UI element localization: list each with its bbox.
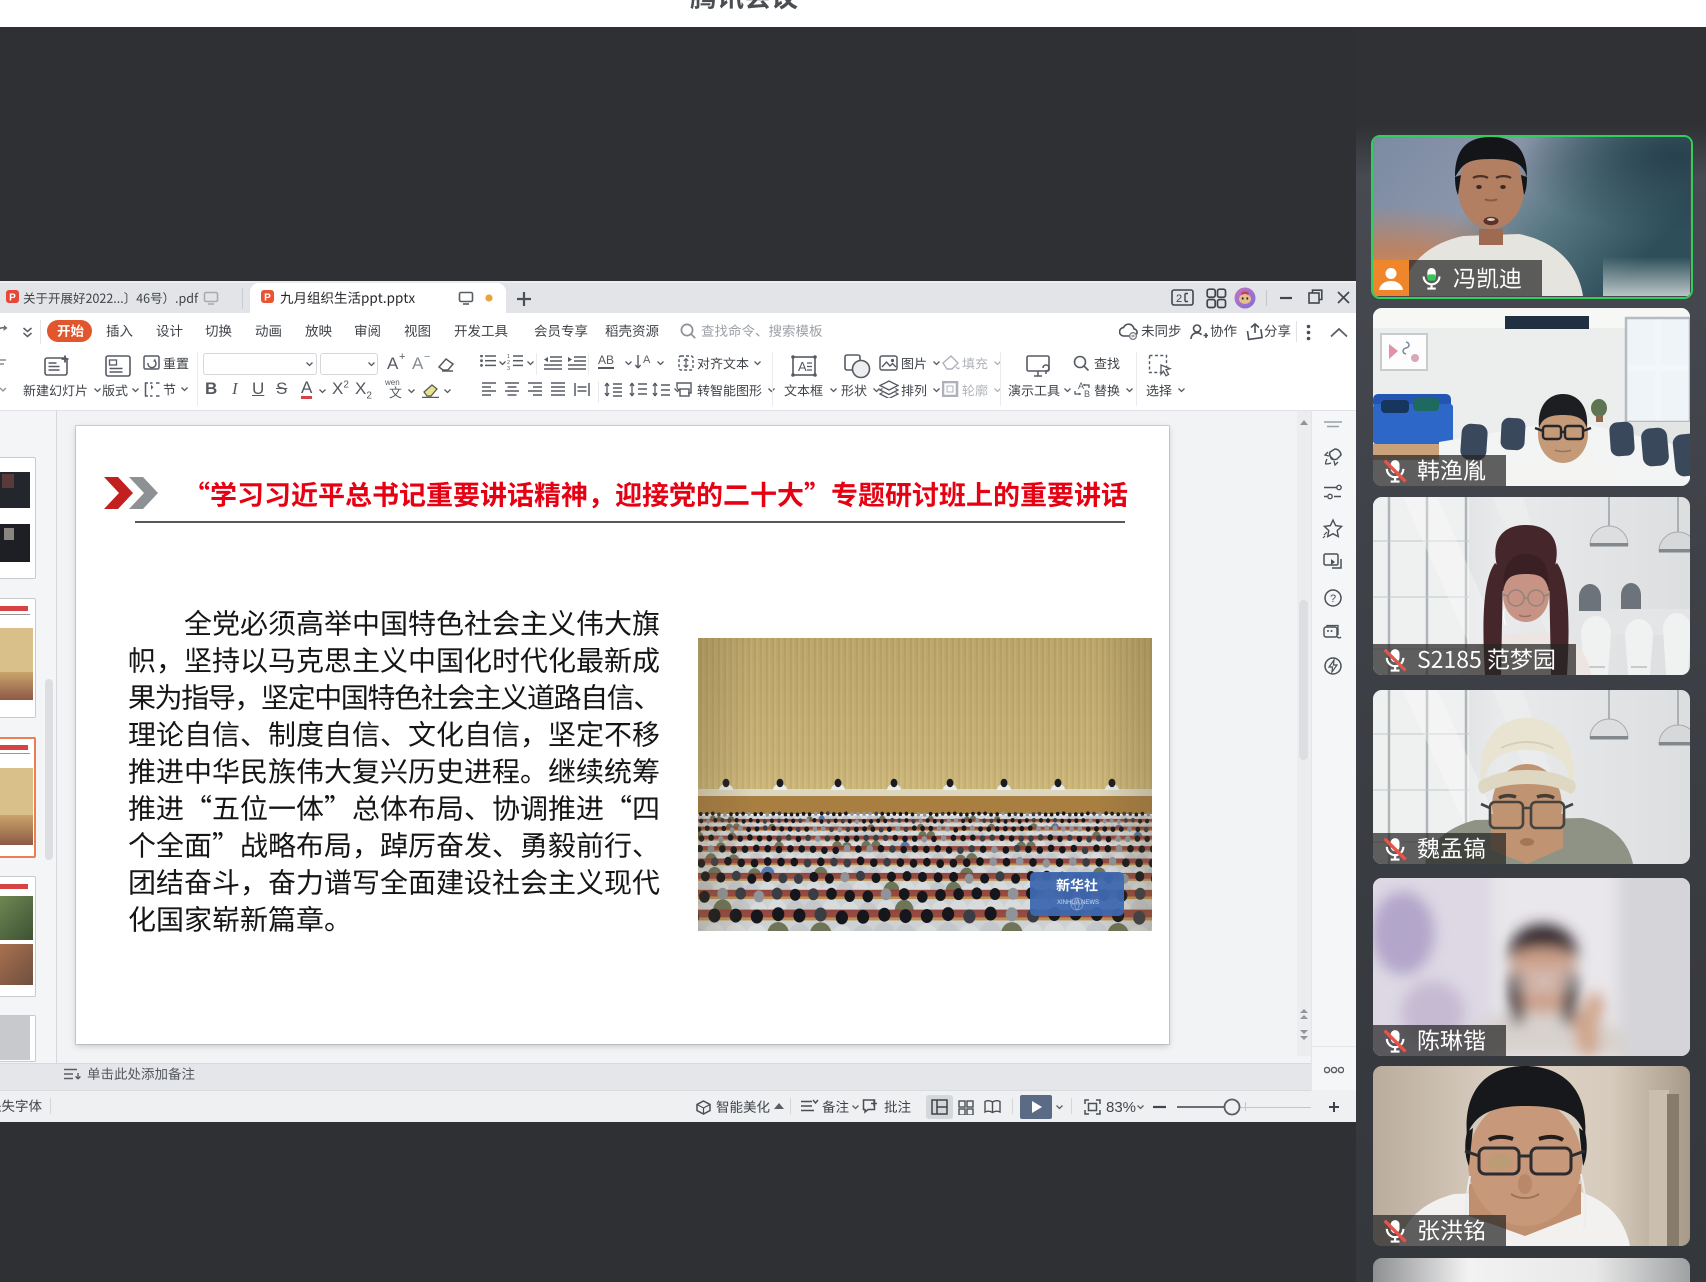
svg-text:XINHUA NEWS: XINHUA NEWS [1057,900,1099,906]
svg-text:A: A [643,354,651,366]
svg-text:2: 2 [1176,293,1182,305]
svg-text:3: 3 [507,366,510,371]
svg-text:P: P [264,293,271,304]
svg-text:A: A [798,359,807,374]
svg-text:B: B [1084,389,1090,398]
svg-text:?: ? [1330,593,1336,605]
svg-text:P: P [9,293,16,304]
